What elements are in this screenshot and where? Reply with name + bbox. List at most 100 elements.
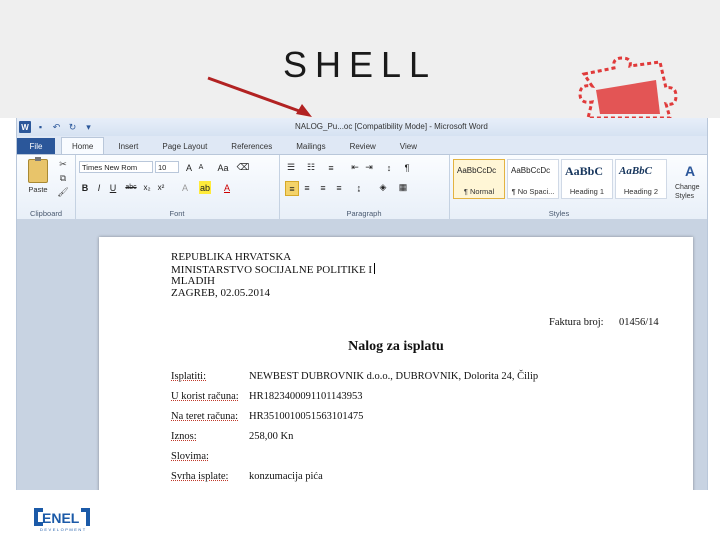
highlight-color-icon[interactable]: ab [199,181,211,194]
change-case-icon[interactable]: Aa [215,161,231,174]
styles-group-label: Styles [548,209,570,218]
paragraph-group-label: Paragraph [346,209,382,218]
row-value: 258,00 Kn [249,431,294,442]
clear-formatting-icon[interactable]: ⌫ [237,161,250,174]
redo-icon[interactable]: ↻ [66,121,79,134]
document-area: REPUBLIKA HRVATSKA MINISTARSTVO SOCIJALN… [17,219,707,490]
style-sample: AaBbCcDc [457,166,497,175]
tab-mailings[interactable]: Mailings [286,138,335,154]
style-sample: AaBbC [619,165,653,177]
window-title: NALOG_Pu...oc [Compatibility Mode] - Mic… [295,122,488,131]
bullets-icon[interactable]: ☰ [285,161,297,174]
superscript-icon[interactable]: x² [155,181,167,194]
invoice-number: 01456/14 [619,317,659,328]
style-name: ¶ No Spaci... [511,187,555,196]
font-color-icon[interactable]: A [221,181,233,194]
svg-text:ENEL: ENEL [42,510,80,526]
header-line-1: REPUBLIKA HRVATSKA [171,251,292,263]
document-heading: Nalog za isplatu [348,339,444,354]
show-formatting-icon[interactable]: ¶ [401,161,413,174]
customize-qat-icon[interactable]: ▾ [82,121,95,134]
shrink-font-icon[interactable]: A [195,161,207,174]
tab-file[interactable]: File [17,138,55,154]
header-line-3: MLADIH [171,275,215,287]
row-label: Isplatiti: [171,371,206,382]
tab-home[interactable]: Home [61,137,105,154]
row-value: NEWBEST DUBROVNIK d.o.o., DUBROVNIK, Dol… [249,371,539,382]
style-name: ¶ Normal [463,187,495,196]
ribbon-tabs: File Home Insert Page Layout References … [17,136,707,154]
text-effects-icon[interactable]: A [179,181,191,194]
justify-icon[interactable]: ≡ [333,181,345,194]
clipboard-icon [28,157,48,183]
save-icon[interactable]: ▪ [34,121,47,134]
row-label: Na teret računa: [171,411,239,422]
font-family-select[interactable]: Times New Rom [79,161,153,173]
decrease-indent-icon[interactable]: ⇤ [349,161,361,174]
row-label: U korist računa: [171,391,239,402]
shading-icon[interactable]: ◈ [377,181,389,194]
tab-review[interactable]: Review [340,138,386,154]
svg-text:DEVELOPMENT: DEVELOPMENT [40,527,87,532]
tab-insert[interactable]: Insert [108,138,148,154]
align-right-icon[interactable]: ≡ [317,181,329,194]
style-name: Heading 2 [623,187,659,196]
word-logo-icon[interactable]: W [19,121,31,133]
tab-references[interactable]: References [221,138,282,154]
style-heading-2[interactable]: AaBbC Heading 2 [615,159,667,199]
word-window: W ▪ ↶ ↻ ▾ NALOG_Pu...oc [Compatibility M… [16,118,708,490]
underline-icon[interactable]: U [107,181,119,194]
row-label: Svrha isplate: [171,471,229,482]
font-group: Times New Rom 10 A A Aa ⌫ B I U abc x₂ x… [75,155,280,219]
grow-font-icon[interactable]: A [183,161,195,174]
row-value: HR3510010051563101475 [249,411,364,422]
paragraph-group: ☰ ☷ ≡ ⇤ ⇥ ↕ ¶ ≡ ≡ ≡ ≡ ↨ ◈ ▦ Paragraph [279,155,450,219]
clipboard-group-label: Clipboard [29,209,63,218]
strikethrough-icon[interactable]: abc [125,181,137,194]
paste-button[interactable]: Paste [23,157,53,199]
increase-indent-icon[interactable]: ⇥ [363,161,375,174]
clipboard-group: Paste ✂ ⧉ 🖌 Clipboard [17,155,76,219]
enel-logo: ENEL DEVELOPMENT [34,508,90,532]
text-cursor [374,263,376,274]
styles-group: AaBbCcDc ¶ Normal AaBbCcDc ¶ No Spaci...… [449,155,707,219]
align-center-icon[interactable]: ≡ [301,181,313,194]
change-styles-icon[interactable]: A [679,159,701,183]
row-label: Iznos: [171,431,197,442]
style-sample: AaBbC [565,164,604,178]
invoice-label: Faktura broj: [549,317,604,328]
font-size-select[interactable]: 10 [155,161,179,173]
align-left-icon[interactable]: ≡ [285,181,299,196]
style-heading-1[interactable]: AaBbC Heading 1 [561,159,613,199]
style-no-spacing[interactable]: AaBbCcDc ¶ No Spaci... [507,159,559,199]
undo-icon[interactable]: ↶ [50,121,63,134]
tab-view[interactable]: View [390,138,427,154]
title-bar: W ▪ ↶ ↻ ▾ NALOG_Pu...oc [Compatibility M… [17,118,707,136]
cut-icon[interactable]: ✂ [57,158,69,170]
row-value: konzumacija pića [249,471,323,482]
document-page[interactable]: REPUBLIKA HRVATSKA MINISTARSTVO SOCIJALN… [99,237,693,490]
change-styles-label[interactable]: Change Styles [675,183,707,201]
quick-access-toolbar: W ▪ ↶ ↻ ▾ [19,120,95,134]
row-label: Slovima: [171,451,209,462]
style-normal[interactable]: AaBbCcDc ¶ Normal [453,159,505,199]
bold-icon[interactable]: B [79,181,91,194]
italic-icon[interactable]: I [93,181,105,194]
style-sample: AaBbCcDc [511,166,551,175]
sort-icon[interactable]: ↕ [383,161,395,174]
style-name: Heading 1 [569,187,605,196]
row-value: HR1823400091101143953 [249,391,363,402]
numbering-icon[interactable]: ☷ [305,161,317,174]
ribbon: Paste ✂ ⧉ 🖌 Clipboard Times New Rom 10 A… [17,154,707,220]
puzzle-piece-icon [578,56,678,118]
subscript-icon[interactable]: x₂ [141,181,153,194]
tab-page-layout[interactable]: Page Layout [152,138,217,154]
copy-icon[interactable]: ⧉ [57,172,69,184]
paste-label: Paste [28,185,48,194]
multilevel-list-icon[interactable]: ≡ [325,161,337,174]
format-painter-icon[interactable]: 🖌 [57,186,69,198]
borders-icon[interactable]: ▦ [397,181,409,194]
font-group-label: Font [169,209,185,218]
header-line-4: ZAGREB, 02.05.2014 [171,287,270,299]
line-spacing-icon[interactable]: ↨ [353,181,365,194]
